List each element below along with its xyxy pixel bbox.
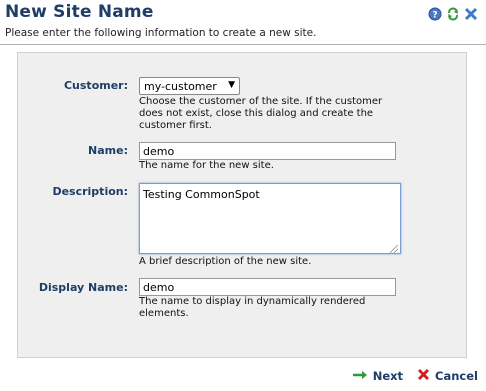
help-icon[interactable]: ? [428,6,442,21]
next-button-label: Next [372,369,404,383]
cancel-button-label: Cancel [435,369,478,383]
form-panel: Customer: my-customer ▼ Choose the custo… [17,52,467,358]
dropdown-arrow-icon: ▼ [228,80,235,90]
resize-grip-icon[interactable] [390,245,398,253]
name-label: Name: [88,144,128,157]
description-textarea[interactable]: Testing CommonSpot [139,183,401,254]
description-help: A brief description of the new site. [139,256,312,267]
customer-help-line: does not exist, close this dialog and cr… [139,108,374,119]
customer-help-line: Choose the customer of the site. If the … [139,96,383,107]
next-button[interactable]: Next [352,368,403,384]
customer-label: Customer: [63,79,128,92]
display-name-help: The name to display in dynamically rende… [139,296,365,320]
cancel-button[interactable]: Cancel [417,368,478,384]
display-name-help-line: The name to display in dynamically rende… [139,296,366,307]
customer-select[interactable]: my-customer ▼ [139,77,240,95]
display-name-help-line: elements. [139,308,189,319]
description-label: Description: [52,185,128,198]
close-icon[interactable] [464,6,478,21]
refresh-icon[interactable] [446,6,460,21]
dialog-title: New Site Name [5,2,154,22]
cancel-x-icon [417,368,430,384]
dialog-footer: Next Cancel [352,368,478,384]
name-input[interactable] [139,142,396,160]
header-icons: ? [428,6,478,21]
customer-help: Choose the customer of the site. If the … [139,96,382,132]
arrow-right-icon [352,369,368,383]
svg-text:?: ? [432,11,437,21]
customer-select-value: my-customer [144,80,217,93]
name-help: The name for the new site. [139,160,274,171]
display-name-input[interactable] [139,278,396,296]
dialog-subtitle: Please enter the following information t… [5,27,317,39]
header-divider [0,44,486,45]
customer-help-line: customer first. [139,120,212,131]
display-name-label: Display Name: [38,281,128,294]
